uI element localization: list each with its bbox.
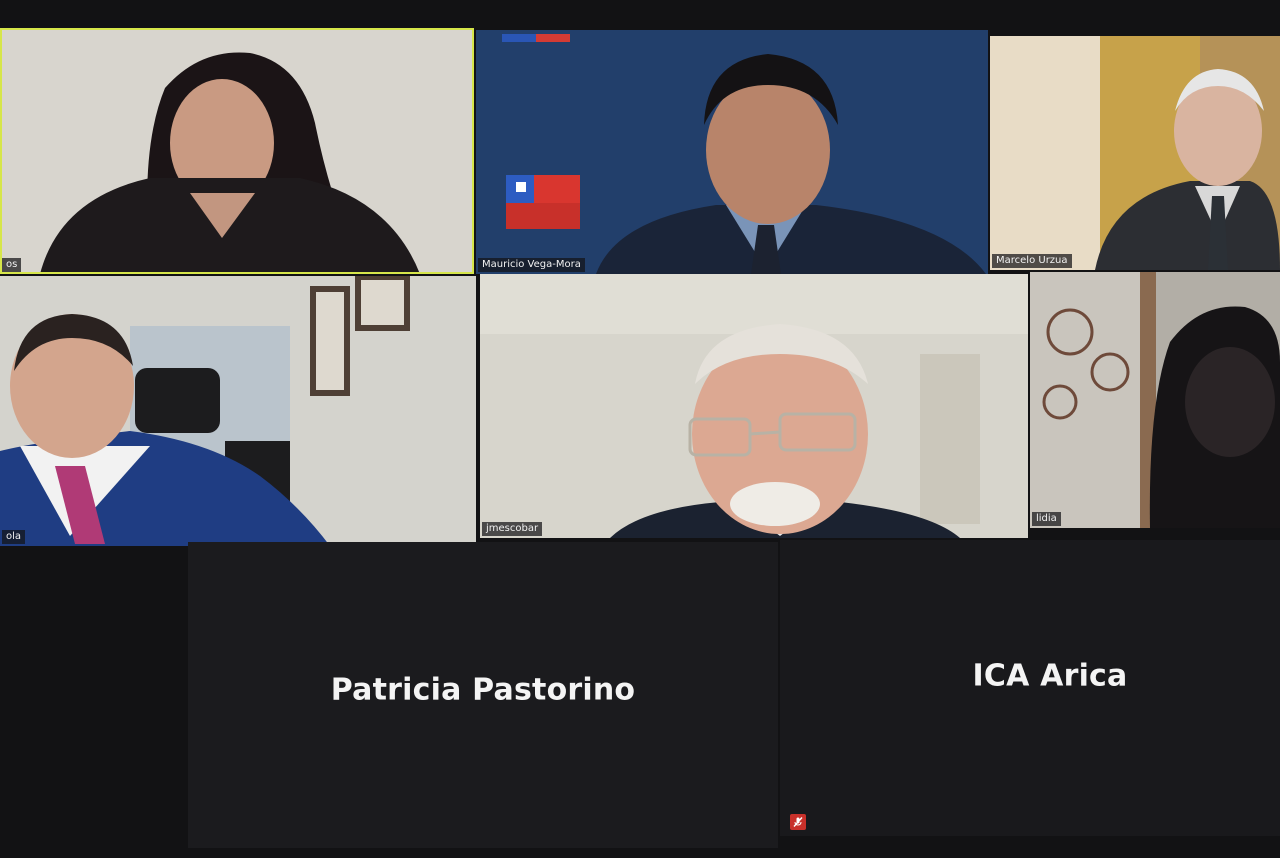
participant-name-tag: jmescobar bbox=[482, 522, 543, 536]
participant-name-tag: Mauricio Vega-Mora bbox=[478, 258, 585, 272]
video-tile-participant-1[interactable]: os bbox=[0, 28, 474, 274]
participant-name-tag: ola bbox=[2, 530, 26, 544]
zoom-gallery-view: os Mauricio Vega-Mora Marcelo Urzua ola … bbox=[0, 0, 1280, 858]
participant-name-tag: os bbox=[2, 258, 22, 272]
video-tile-participant-6[interactable]: lidia bbox=[1030, 272, 1280, 528]
participant-name-tag: lidia bbox=[1032, 512, 1061, 526]
video-tile-participant-4[interactable]: ola bbox=[0, 276, 476, 546]
video-off-tile-participant-7[interactable]: Patricia Pastorino bbox=[188, 542, 778, 848]
participant-video bbox=[480, 274, 1028, 538]
participant-name-tag: Marcelo Urzua bbox=[992, 254, 1072, 268]
video-tile-participant-5[interactable]: jmescobar bbox=[480, 274, 1028, 538]
video-off-tile-participant-8[interactable]: ICA Arica bbox=[780, 540, 1280, 836]
participant-video bbox=[0, 276, 476, 546]
participant-video bbox=[990, 36, 1280, 270]
participant-name-label: Patricia Pastorino bbox=[330, 672, 636, 708]
video-tile-participant-2[interactable]: Mauricio Vega-Mora bbox=[476, 30, 988, 274]
participant-video bbox=[1030, 272, 1280, 528]
participant-video bbox=[0, 28, 474, 274]
participant-name-label: ICA Arica bbox=[972, 658, 1128, 694]
microphone-muted-icon bbox=[790, 814, 806, 830]
video-tile-participant-3[interactable]: Marcelo Urzua bbox=[990, 36, 1280, 270]
participant-video bbox=[476, 30, 988, 274]
